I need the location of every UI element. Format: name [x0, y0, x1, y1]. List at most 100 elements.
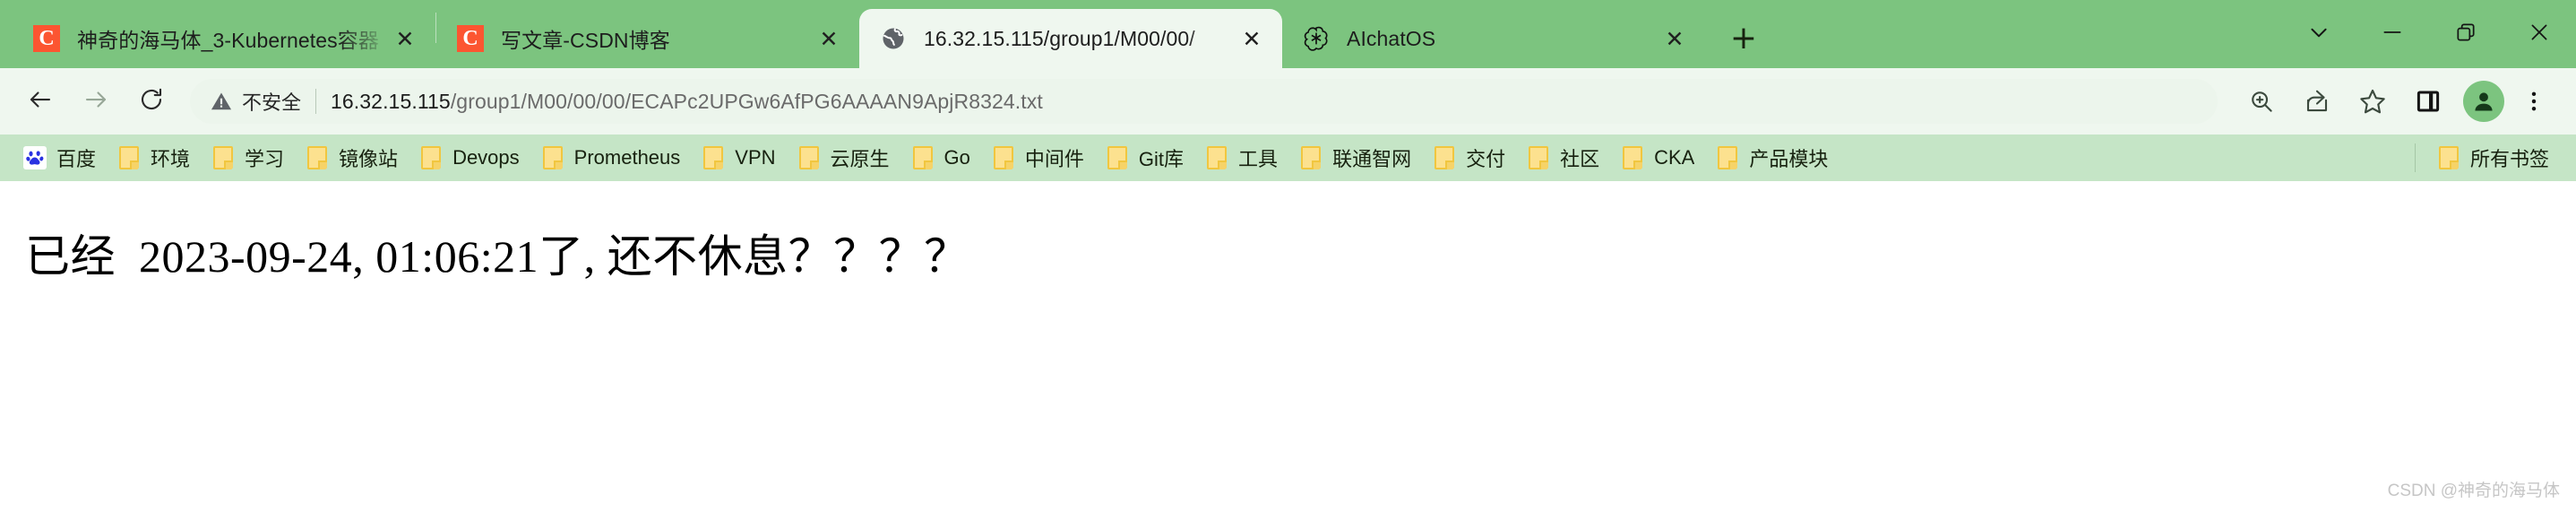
- tab-title: 神奇的海马体_3-Kubernetes容器: [77, 29, 379, 52]
- tab-strip: C 神奇的海马体_3-Kubernetes容器 ✕ C 写文章-CSDN博客 ✕…: [0, 0, 2576, 68]
- bookmark-item-jingxiangzhan[interactable]: 镜像站: [295, 139, 409, 177]
- folder-icon: [992, 146, 1015, 169]
- folder-icon: [541, 146, 564, 169]
- page-content: 已经 2023-09-24, 01:06:21了, 还不休息？？？？ CSDN …: [0, 181, 2576, 512]
- bookmark-item-yunyuansheng[interactable]: 云原生: [787, 139, 900, 177]
- tab-close-icon[interactable]: ✕: [1236, 22, 1268, 55]
- tab-close-icon[interactable]: ✕: [1658, 22, 1691, 55]
- bookmark-item-gitku[interactable]: Git库: [1095, 139, 1194, 177]
- baidu-icon: [23, 146, 47, 169]
- bookmark-label: 学习: [245, 148, 285, 170]
- plus-icon: +: [1729, 20, 1758, 56]
- tab-aichatos[interactable]: AIchatOS ✕: [1282, 9, 1705, 68]
- tab-close-icon[interactable]: ✕: [813, 22, 845, 55]
- zoom-icon[interactable]: [2236, 75, 2287, 127]
- folder-icon: [1205, 146, 1228, 169]
- folder-icon: [419, 146, 443, 169]
- address-bar[interactable]: 不安全 16.32.15.115/group1/M00/00/00/ECAPc2…: [190, 79, 2218, 124]
- arrow-right-icon: [82, 86, 109, 117]
- forward-button[interactable]: [68, 74, 124, 129]
- bookmark-star-icon[interactable]: [2347, 75, 2399, 127]
- folder-icon: [1716, 146, 1739, 169]
- bookmarks-divider: [2414, 143, 2416, 172]
- minimize-button[interactable]: [2356, 0, 2429, 68]
- bookmark-item-gongju[interactable]: 工具: [1194, 139, 1288, 177]
- plain-text-body: 已经 2023-09-24, 01:06:21了, 还不休息？？？？: [25, 231, 969, 282]
- bookmark-label: 产品模块: [1749, 148, 1829, 170]
- bookmark-item-cka[interactable]: CKA: [1610, 139, 1705, 177]
- all-bookmarks-label: 所有书签: [2469, 148, 2549, 170]
- tab-title: 16.32.15.115/group1/M00/00/: [924, 26, 1195, 50]
- bookmark-label: 联通智网: [1332, 148, 1412, 170]
- bookmark-label: 百度: [56, 148, 97, 170]
- folder-icon: [1621, 146, 1644, 169]
- side-panel-icon[interactable]: [2402, 75, 2454, 127]
- maximize-button[interactable]: [2429, 0, 2503, 68]
- bookmark-label: 交付: [1466, 148, 1506, 170]
- bookmark-label: VPN: [735, 146, 776, 169]
- bookmark-item-go[interactable]: Go: [900, 139, 981, 177]
- tab-title: 写文章-CSDN博客: [501, 29, 670, 52]
- bookmark-label: 云原生: [830, 148, 890, 170]
- bookmark-item-zhongjianjian[interactable]: 中间件: [981, 139, 1095, 177]
- bookmark-label: 工具: [1238, 148, 1279, 170]
- profile-avatar-icon[interactable]: [2463, 81, 2504, 122]
- bookmark-label: 中间件: [1024, 148, 1084, 170]
- folder-icon: [117, 146, 141, 169]
- back-button[interactable]: [13, 74, 68, 129]
- close-window-button[interactable]: [2503, 0, 2576, 68]
- tab-title: AIchatOS: [1347, 26, 1436, 50]
- bookmark-item-huanjing[interactable]: 环境: [107, 139, 201, 177]
- folder-icon: [702, 146, 725, 169]
- bookmarks-bar: 百度 环境 学习 镜像站 Devops Prometheus VPN 云原生 G…: [0, 135, 2576, 181]
- bookmark-item-baidu[interactable]: 百度: [13, 139, 107, 177]
- bookmark-label: Go: [943, 146, 970, 169]
- arrow-left-icon: [27, 86, 54, 117]
- csdn-watermark: CSDN @神奇的海马体: [2387, 482, 2560, 500]
- bookmark-label: Devops: [452, 146, 520, 169]
- url-text: 16.32.15.115/group1/M00/00/00/ECAPc2UPGw…: [331, 90, 2205, 114]
- restore-icon: [2454, 21, 2477, 48]
- chevron-down-icon: [2307, 21, 2330, 48]
- tab-csdn-kubernetes[interactable]: C 神奇的海马体_3-Kubernetes容器 ✕: [13, 9, 435, 68]
- bookmark-item-shequ[interactable]: 社区: [1516, 139, 1610, 177]
- bookmark-item-vpn[interactable]: VPN: [691, 139, 786, 177]
- url-path: /group1/M00/00/00/ECAPc2UPGw6AfPG6AAAAN9…: [450, 89, 1043, 113]
- folder-icon: [1527, 146, 1550, 169]
- folder-icon: [306, 146, 329, 169]
- not-secure-warning-icon[interactable]: [210, 90, 233, 113]
- bookmark-item-prometheus[interactable]: Prometheus: [530, 139, 692, 177]
- bookmark-item-devops[interactable]: Devops: [409, 139, 530, 177]
- window-controls: [2282, 0, 2576, 68]
- security-status-label: 不安全: [242, 91, 302, 114]
- tab-csdn-write[interactable]: C 写文章-CSDN博客 ✕: [436, 9, 859, 68]
- omnibox-divider: [315, 89, 317, 114]
- bookmark-label: CKA: [1654, 146, 1695, 169]
- reload-button[interactable]: [124, 74, 179, 129]
- folder-icon: [2437, 146, 2460, 169]
- reload-icon: [138, 86, 165, 117]
- bookmark-label: 环境: [151, 148, 191, 170]
- folder-icon: [1299, 146, 1322, 169]
- more-menu-icon[interactable]: [2508, 75, 2560, 127]
- bookmark-item-liantongzhiwang[interactable]: 联通智网: [1288, 139, 1422, 177]
- url-host: 16.32.15.115: [331, 89, 451, 113]
- bookmark-label: 社区: [1560, 148, 1600, 170]
- browser-window: C 神奇的海马体_3-Kubernetes容器 ✕ C 写文章-CSDN博客 ✕…: [0, 0, 2576, 512]
- csdn-icon: C: [456, 24, 485, 53]
- openai-icon: [1302, 24, 1331, 53]
- bookmark-label: 镜像站: [339, 148, 399, 170]
- tab-search-button[interactable]: [2282, 0, 2356, 68]
- globe-icon: [879, 24, 908, 53]
- new-tab-button[interactable]: +: [1719, 14, 1768, 63]
- bookmark-item-chanpinmokuai[interactable]: 产品模块: [1705, 139, 1839, 177]
- all-bookmarks-button[interactable]: 所有书签: [2426, 139, 2560, 177]
- bookmark-item-jiaofu[interactable]: 交付: [1422, 139, 1516, 177]
- share-icon[interactable]: [2291, 75, 2343, 127]
- tab-close-icon[interactable]: ✕: [389, 22, 421, 55]
- bookmark-item-xuexi[interactable]: 学习: [201, 139, 295, 177]
- tab-fastdfs-file[interactable]: 16.32.15.115/group1/M00/00/ ✕: [859, 9, 1282, 68]
- close-icon: [2528, 21, 2551, 48]
- browser-toolbar: 不安全 16.32.15.115/group1/M00/00/00/ECAPc2…: [0, 68, 2576, 135]
- folder-icon: [211, 146, 235, 169]
